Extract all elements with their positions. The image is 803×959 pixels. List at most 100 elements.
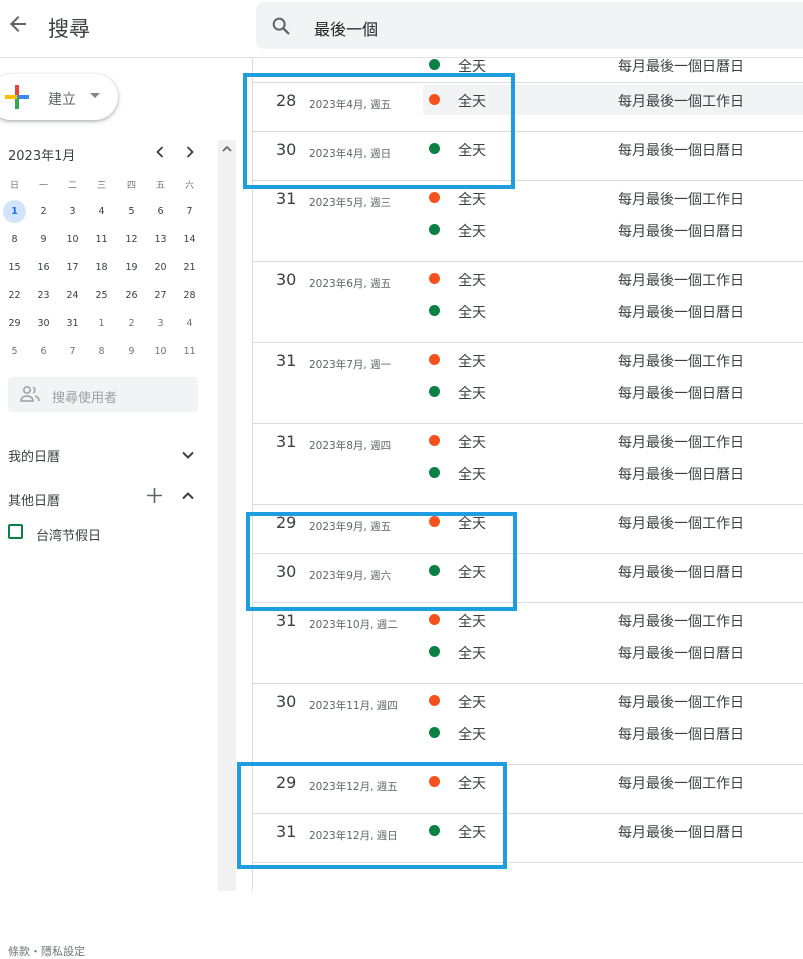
mini-calendar-day[interactable]: 19 [120,256,143,279]
event-item[interactable]: 全天 每月最後一個日曆日 [423,637,803,667]
add-calendar-icon[interactable] [146,487,163,504]
calendar-color-dot [429,192,440,203]
mini-calendar-day[interactable]: 8 [90,340,113,363]
scroll-up-arrow-icon[interactable] [222,144,232,154]
other-calendars-heading[interactable]: 其他日曆 [8,490,60,509]
event-day-number[interactable]: 31 [276,189,296,208]
mini-calendar-day[interactable]: 28 [178,284,201,307]
mini-calendar-day[interactable]: 2 [120,312,143,335]
mini-calendar-day[interactable]: 22 [3,284,26,307]
event-item[interactable]: 全天 每月最後一個日曆日 [423,458,803,488]
chevron-up-icon[interactable] [180,488,196,504]
mini-calendar-day[interactable]: 11 [90,228,113,251]
event-item[interactable]: 全天 每月最後一個工作日 [423,426,803,456]
mini-calendar-day[interactable]: 3 [61,200,84,223]
search-bar[interactable]: 最後一個 [256,2,803,49]
event-day-number[interactable]: 30 [276,270,296,289]
event-day-number[interactable]: 31 [276,822,296,841]
mini-calendar-day[interactable]: 27 [149,284,172,307]
event-day-number[interactable]: 31 [276,432,296,451]
event-item[interactable]: 全天 每月最後一個工作日 [423,264,803,294]
mini-calendar-day[interactable]: 26 [120,284,143,307]
mini-calendar-day[interactable]: 7 [61,340,84,363]
event-title: 每月最後一個日曆日 [618,386,744,402]
event-date-group: 30 2023年9月, 週六 全天 每月最後一個日曆日 [253,554,803,603]
sidebar-scrollbar[interactable] [218,140,236,891]
mini-calendar-day[interactable]: 11 [178,340,201,363]
search-people-field[interactable]: 搜尋使用者 [8,377,198,412]
event-title: 每月最後一個工作日 [618,354,744,370]
mini-calendar-day[interactable]: 16 [32,256,55,279]
event-item[interactable]: 全天 每月最後一個工作日 [423,183,803,213]
mini-calendar-day[interactable]: 6 [149,200,172,223]
terms-privacy-link[interactable]: 條款・隱私設定 [8,943,85,959]
mini-calendar-day[interactable]: 23 [32,284,55,307]
mini-calendar-day[interactable]: 5 [120,200,143,223]
event-item[interactable]: 全天 每月最後一個工作日 [423,605,803,635]
mini-calendar-day[interactable]: 20 [149,256,172,279]
event-item[interactable]: 全天 每月最後一個工作日 [423,85,803,115]
event-item[interactable]: 全天 每月最後一個工作日 [423,507,803,537]
mini-calendar-day[interactable]: 25 [90,284,113,307]
event-day-number[interactable]: 30 [276,562,296,581]
mini-calendar-day[interactable]: 12 [120,228,143,251]
event-item[interactable]: 全天 每月最後一個日曆日 [423,134,803,164]
event-item[interactable]: 全天 每月最後一個工作日 [423,767,803,797]
event-day-number[interactable]: 30 [276,692,296,711]
search-input[interactable]: 最後一個 [314,16,378,40]
event-day-number[interactable]: 31 [276,351,296,370]
mini-calendar-day[interactable]: 1 [90,312,113,335]
chevron-left-icon[interactable] [150,142,170,162]
event-day-number[interactable]: 29 [276,513,296,532]
mini-calendar-day[interactable]: 10 [149,340,172,363]
event-item[interactable]: 全天 每月最後一個日曆日 [423,215,803,245]
event-item[interactable]: 全天 每月最後一個日曆日 [423,50,803,80]
mini-calendar-day[interactable]: 13 [149,228,172,251]
event-day-number[interactable]: 29 [276,773,296,792]
mini-calendar-day[interactable]: 4 [178,312,201,335]
event-item[interactable]: 全天 每月最後一個日曆日 [423,816,803,846]
weekday-header: 日 [9,181,19,191]
event-item[interactable]: 全天 每月最後一個日曆日 [423,556,803,586]
calendar-checkbox[interactable] [8,524,23,539]
event-time: 全天 [458,825,486,841]
mini-calendar-day[interactable]: 8 [3,228,26,251]
event-item[interactable]: 全天 每月最後一個日曆日 [423,718,803,748]
mini-calendar-day[interactable]: 1 [3,200,26,223]
mini-calendar-day[interactable]: 29 [3,312,26,335]
mini-calendar-day[interactable]: 14 [178,228,201,251]
mini-calendar-day[interactable]: 18 [90,256,113,279]
mini-calendar-day[interactable]: 9 [120,340,143,363]
mini-calendar-day[interactable]: 2 [32,200,55,223]
event-title: 每月最後一個工作日 [618,273,744,289]
event-item[interactable]: 全天 每月最後一個日曆日 [423,377,803,407]
mini-calendar-day[interactable]: 21 [178,256,201,279]
my-calendars-heading[interactable]: 我的日曆 [8,446,60,465]
search-icon[interactable] [270,15,292,37]
chevron-down-icon[interactable] [180,447,196,463]
event-item[interactable]: 全天 每月最後一個日曆日 [423,296,803,326]
mini-calendar-day[interactable]: 10 [61,228,84,251]
event-day-number[interactable]: 31 [276,611,296,630]
mini-calendar-day[interactable]: 9 [32,228,55,251]
mini-calendar-day[interactable]: 6 [32,340,55,363]
mini-calendar-day[interactable]: 24 [61,284,84,307]
mini-calendar-day[interactable]: 5 [3,340,26,363]
event-item[interactable]: 全天 每月最後一個工作日 [423,345,803,375]
event-item[interactable]: 全天 每月最後一個工作日 [423,686,803,716]
event-day-number[interactable]: 30 [276,140,296,159]
event-day-number[interactable]: 28 [276,91,296,110]
mini-calendar-day[interactable]: 31 [61,312,84,335]
search-results-list: 全天 每月最後一個日曆日 28 2023年4月, 週五 全天 每月最後一個工作日 30 2… [252,58,803,891]
mini-calendar-day[interactable]: 7 [178,200,201,223]
weekday-header: 三 [96,181,106,191]
event-month-weekday: 2023年12月, 週五 [309,781,398,793]
mini-calendar-day[interactable]: 30 [32,312,55,335]
create-button[interactable]: 建立 [0,74,118,120]
mini-calendar-day[interactable]: 4 [90,200,113,223]
back-arrow-icon[interactable] [6,12,30,36]
mini-calendar-day[interactable]: 17 [61,256,84,279]
mini-calendar-day[interactable]: 3 [149,312,172,335]
mini-calendar-day[interactable]: 15 [3,256,26,279]
chevron-right-icon[interactable] [180,142,200,162]
